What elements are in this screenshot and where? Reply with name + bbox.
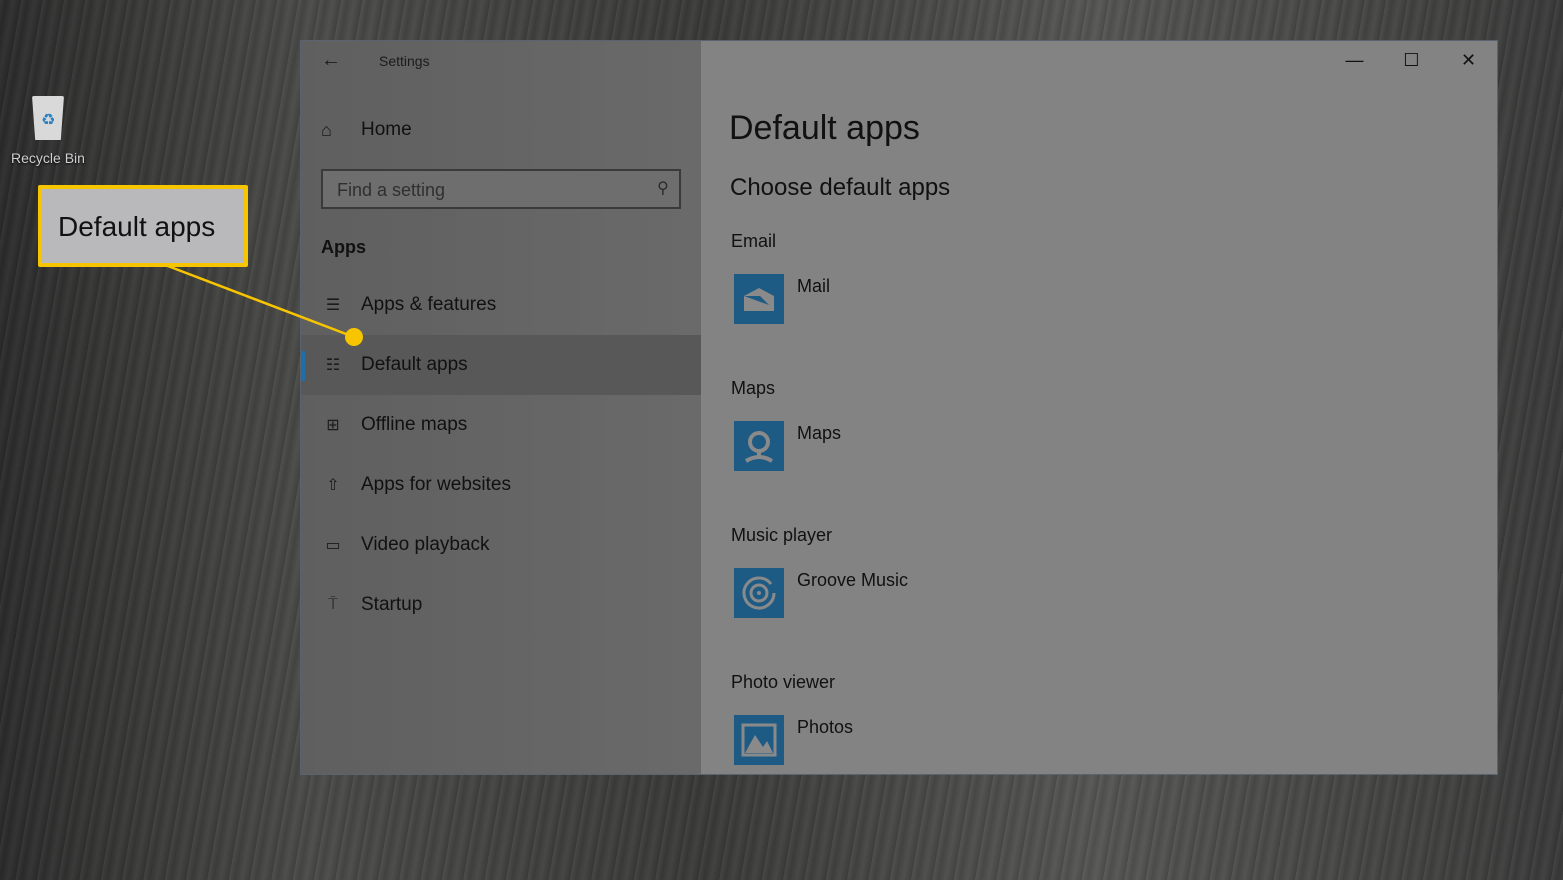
category-photo-viewer: Photo viewer Photos — [731, 672, 853, 765]
search-input[interactable] — [323, 171, 639, 209]
apps-features-icon: ☰ — [325, 297, 341, 314]
search-icon[interactable]: ⚲ — [657, 178, 669, 198]
minimize-button[interactable]: — — [1326, 41, 1383, 79]
category-maps: Maps Maps — [731, 378, 841, 471]
mail-icon — [734, 274, 784, 324]
recycle-bin-label: Recycle Bin — [11, 150, 85, 166]
sidebar-item-label: Apps for websites — [361, 474, 511, 495]
sidebar-item-offline-maps[interactable]: ⊞ Offline maps — [301, 395, 701, 455]
app-name: Maps — [797, 423, 842, 443]
category-music-player: Music player Groove Music — [731, 525, 908, 618]
sidebar-item-label: Startup — [361, 594, 423, 615]
sidebar-item-default-apps[interactable]: ☷ Default apps — [301, 335, 701, 395]
maximize-button[interactable]: ☐ — [1383, 41, 1440, 79]
category-label: Photo viewer — [731, 672, 836, 692]
startup-icon: ⍑ — [328, 596, 338, 613]
close-button[interactable]: ✕ — [1440, 41, 1497, 79]
page-title: Default apps — [729, 109, 920, 147]
home-link[interactable]: ⌂ Home — [321, 119, 412, 141]
sidebar-item-label: Apps & features — [361, 294, 497, 315]
default-app-button[interactable]: Mail — [731, 274, 830, 324]
sidebar-item-apps-features[interactable]: ☰ Apps & features — [301, 275, 701, 335]
video-camera-icon: ▭ — [325, 537, 341, 554]
maps-icon — [734, 421, 784, 471]
sidebar-item-startup[interactable]: ⍑ Startup — [301, 575, 701, 635]
apps-for-websites-icon: ⇧ — [326, 477, 340, 494]
sidebar-item-label: Default apps — [361, 354, 468, 375]
category-label: Email — [731, 231, 777, 251]
recycle-bin-icon: ♻ — [26, 90, 70, 142]
default-app-button[interactable]: Groove Music — [731, 568, 908, 618]
sidebar-item-apps-for-websites[interactable]: ⇧ Apps for websites — [301, 455, 701, 515]
search-box: ⚲ — [321, 169, 681, 209]
sidebar-item-video-playback[interactable]: ▭ Video playback — [301, 515, 701, 575]
app-name: Photos — [797, 717, 854, 737]
home-icon: ⌂ — [321, 119, 332, 140]
recycle-bin[interactable]: ♻ Recycle Bin — [8, 90, 88, 166]
home-label: Home — [361, 119, 412, 140]
callout-box: Default apps — [38, 185, 248, 267]
sidebar-nav: ☰ Apps & features ☷ Default apps ⊞ Offli… — [301, 275, 701, 635]
groove-music-icon — [734, 568, 784, 618]
category-label: Music player — [731, 525, 833, 545]
window-controls: — ☐ ✕ — [1326, 41, 1497, 79]
default-app-button[interactable]: Maps — [731, 421, 841, 471]
callout-label: Default apps — [58, 211, 216, 242]
page-subtitle: Choose default apps — [730, 174, 951, 201]
category-label: Maps — [731, 378, 776, 398]
photos-icon — [734, 715, 784, 765]
app-name: Groove Music — [797, 570, 909, 590]
category-email: Email Mail — [731, 231, 830, 324]
section-title: Apps — [321, 237, 366, 257]
sidebar-item-label: Offline maps — [361, 414, 468, 435]
sidebar-item-label: Video playback — [361, 534, 490, 555]
default-app-button[interactable]: Photos — [731, 715, 853, 765]
main-content: — ☐ ✕ Default apps Choose default apps E… — [701, 41, 1497, 774]
offline-maps-icon: ⊞ — [326, 417, 340, 434]
back-arrow-icon[interactable]: ← — [321, 49, 341, 72]
app-name: Mail — [797, 276, 831, 296]
default-apps-icon: ☷ — [325, 357, 341, 374]
sidebar: ← Settings ⌂ Home ⚲ Apps ☰ Apps & featur… — [301, 41, 701, 774]
window-title: Settings — [379, 53, 430, 69]
settings-window: ← Settings ⌂ Home ⚲ Apps ☰ Apps & featur… — [300, 40, 1498, 775]
